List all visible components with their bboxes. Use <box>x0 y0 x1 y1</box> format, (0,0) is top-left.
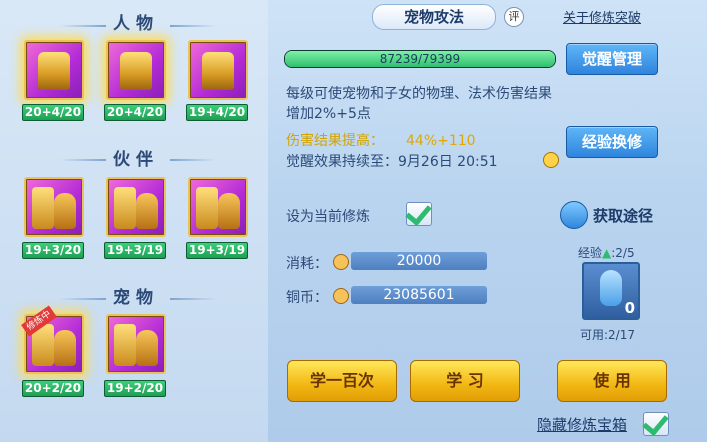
consume-label: 消耗： <box>286 256 328 272</box>
book-icon[interactable] <box>560 201 588 229</box>
level-badge: 19+3/19 <box>186 242 248 259</box>
pet-skill-slot-2[interactable] <box>106 314 166 374</box>
damage-bonus: 伤害结果提高： 44%+110 <box>286 130 476 150</box>
exp-counter: 经验▲:2/5 <box>578 244 635 261</box>
character-skill-slot-3[interactable] <box>188 40 248 100</box>
section-title-pets: 宠物 <box>113 288 159 308</box>
bottle-count: 0 <box>624 299 635 317</box>
character-skill-slot-2[interactable] <box>106 40 166 100</box>
learn-button[interactable]: 学 习 <box>410 360 520 402</box>
level-badge: 19+4/20 <box>186 104 248 121</box>
hide-chest-checkbox[interactable] <box>642 408 669 437</box>
skill-title-tab: 宠物攻法 <box>372 4 496 30</box>
level-badge: 19+2/20 <box>104 380 166 397</box>
copper-value: 23085601 <box>351 286 487 304</box>
breakthrough-info-link[interactable]: 关于修炼突破 <box>563 7 641 26</box>
set-current-label: 设为当前修炼 <box>286 209 370 225</box>
consume-value: 20000 <box>351 252 487 270</box>
level-badge: 19+3/19 <box>104 242 166 259</box>
divider <box>170 159 216 161</box>
section-title-partners: 伙伴 <box>113 150 159 170</box>
exp-progress-bar: 87239/79399 <box>284 50 556 68</box>
section-title-characters: 人物 <box>113 14 159 34</box>
coin-icon <box>333 254 349 270</box>
character-skill-slot-1[interactable] <box>24 40 84 100</box>
exp-bottle-slot[interactable]: 0 <box>582 262 640 320</box>
level-badge: 19+3/20 <box>22 242 84 259</box>
divider <box>170 25 216 27</box>
awaken-expire: 觉醒效果持续至：9月26日 20:51 <box>286 151 498 171</box>
rating-icon[interactable]: 评 <box>504 7 524 27</box>
level-badge: 20+4/20 <box>22 104 84 121</box>
level-badge: 20+2/20 <box>22 380 84 397</box>
exp-value: :2/5 <box>611 246 635 260</box>
skill-description: 每级可使宠物和子女的物理、法术伤害结果增加2%+5点 <box>286 86 552 122</box>
pet-skill-slot-1[interactable]: 修炼中 <box>21 305 84 374</box>
get-path-link[interactable]: 获取途径 <box>593 205 653 226</box>
level-badge: 20+4/20 <box>104 104 166 121</box>
damage-value: 44%+110 <box>406 133 476 149</box>
hide-chest-label: 隐藏修炼宝箱 <box>537 416 628 434</box>
copper-label: 铜币： <box>286 290 328 306</box>
coin-icon <box>333 288 349 304</box>
usable-count: 可用:2/17 <box>580 328 635 342</box>
expire-label: 觉醒效果持续至： <box>286 154 398 170</box>
up-arrow-icon: ▲ <box>602 246 612 260</box>
learn-100-button[interactable]: 学一百次 <box>287 360 397 402</box>
use-button[interactable]: 使 用 <box>557 360 667 402</box>
exp-exchange-button[interactable]: 经验换修 <box>566 126 658 158</box>
expire-value: 9月26日 20:51 <box>398 154 498 170</box>
damage-label: 伤害结果提高： <box>286 133 384 149</box>
progress-text: 87239/79399 <box>379 52 461 66</box>
partner-skill-slot-2[interactable] <box>106 177 166 237</box>
clock-icon <box>543 152 559 168</box>
exp-label: 经验 <box>578 246 603 260</box>
partner-skill-slot-1[interactable] <box>24 177 84 237</box>
set-current-checkbox[interactable] <box>405 198 432 227</box>
awaken-manage-button[interactable]: 觉醒管理 <box>566 43 658 75</box>
bottle-icon <box>600 270 622 306</box>
partner-skill-slot-3[interactable] <box>188 177 248 237</box>
divider <box>170 298 216 300</box>
